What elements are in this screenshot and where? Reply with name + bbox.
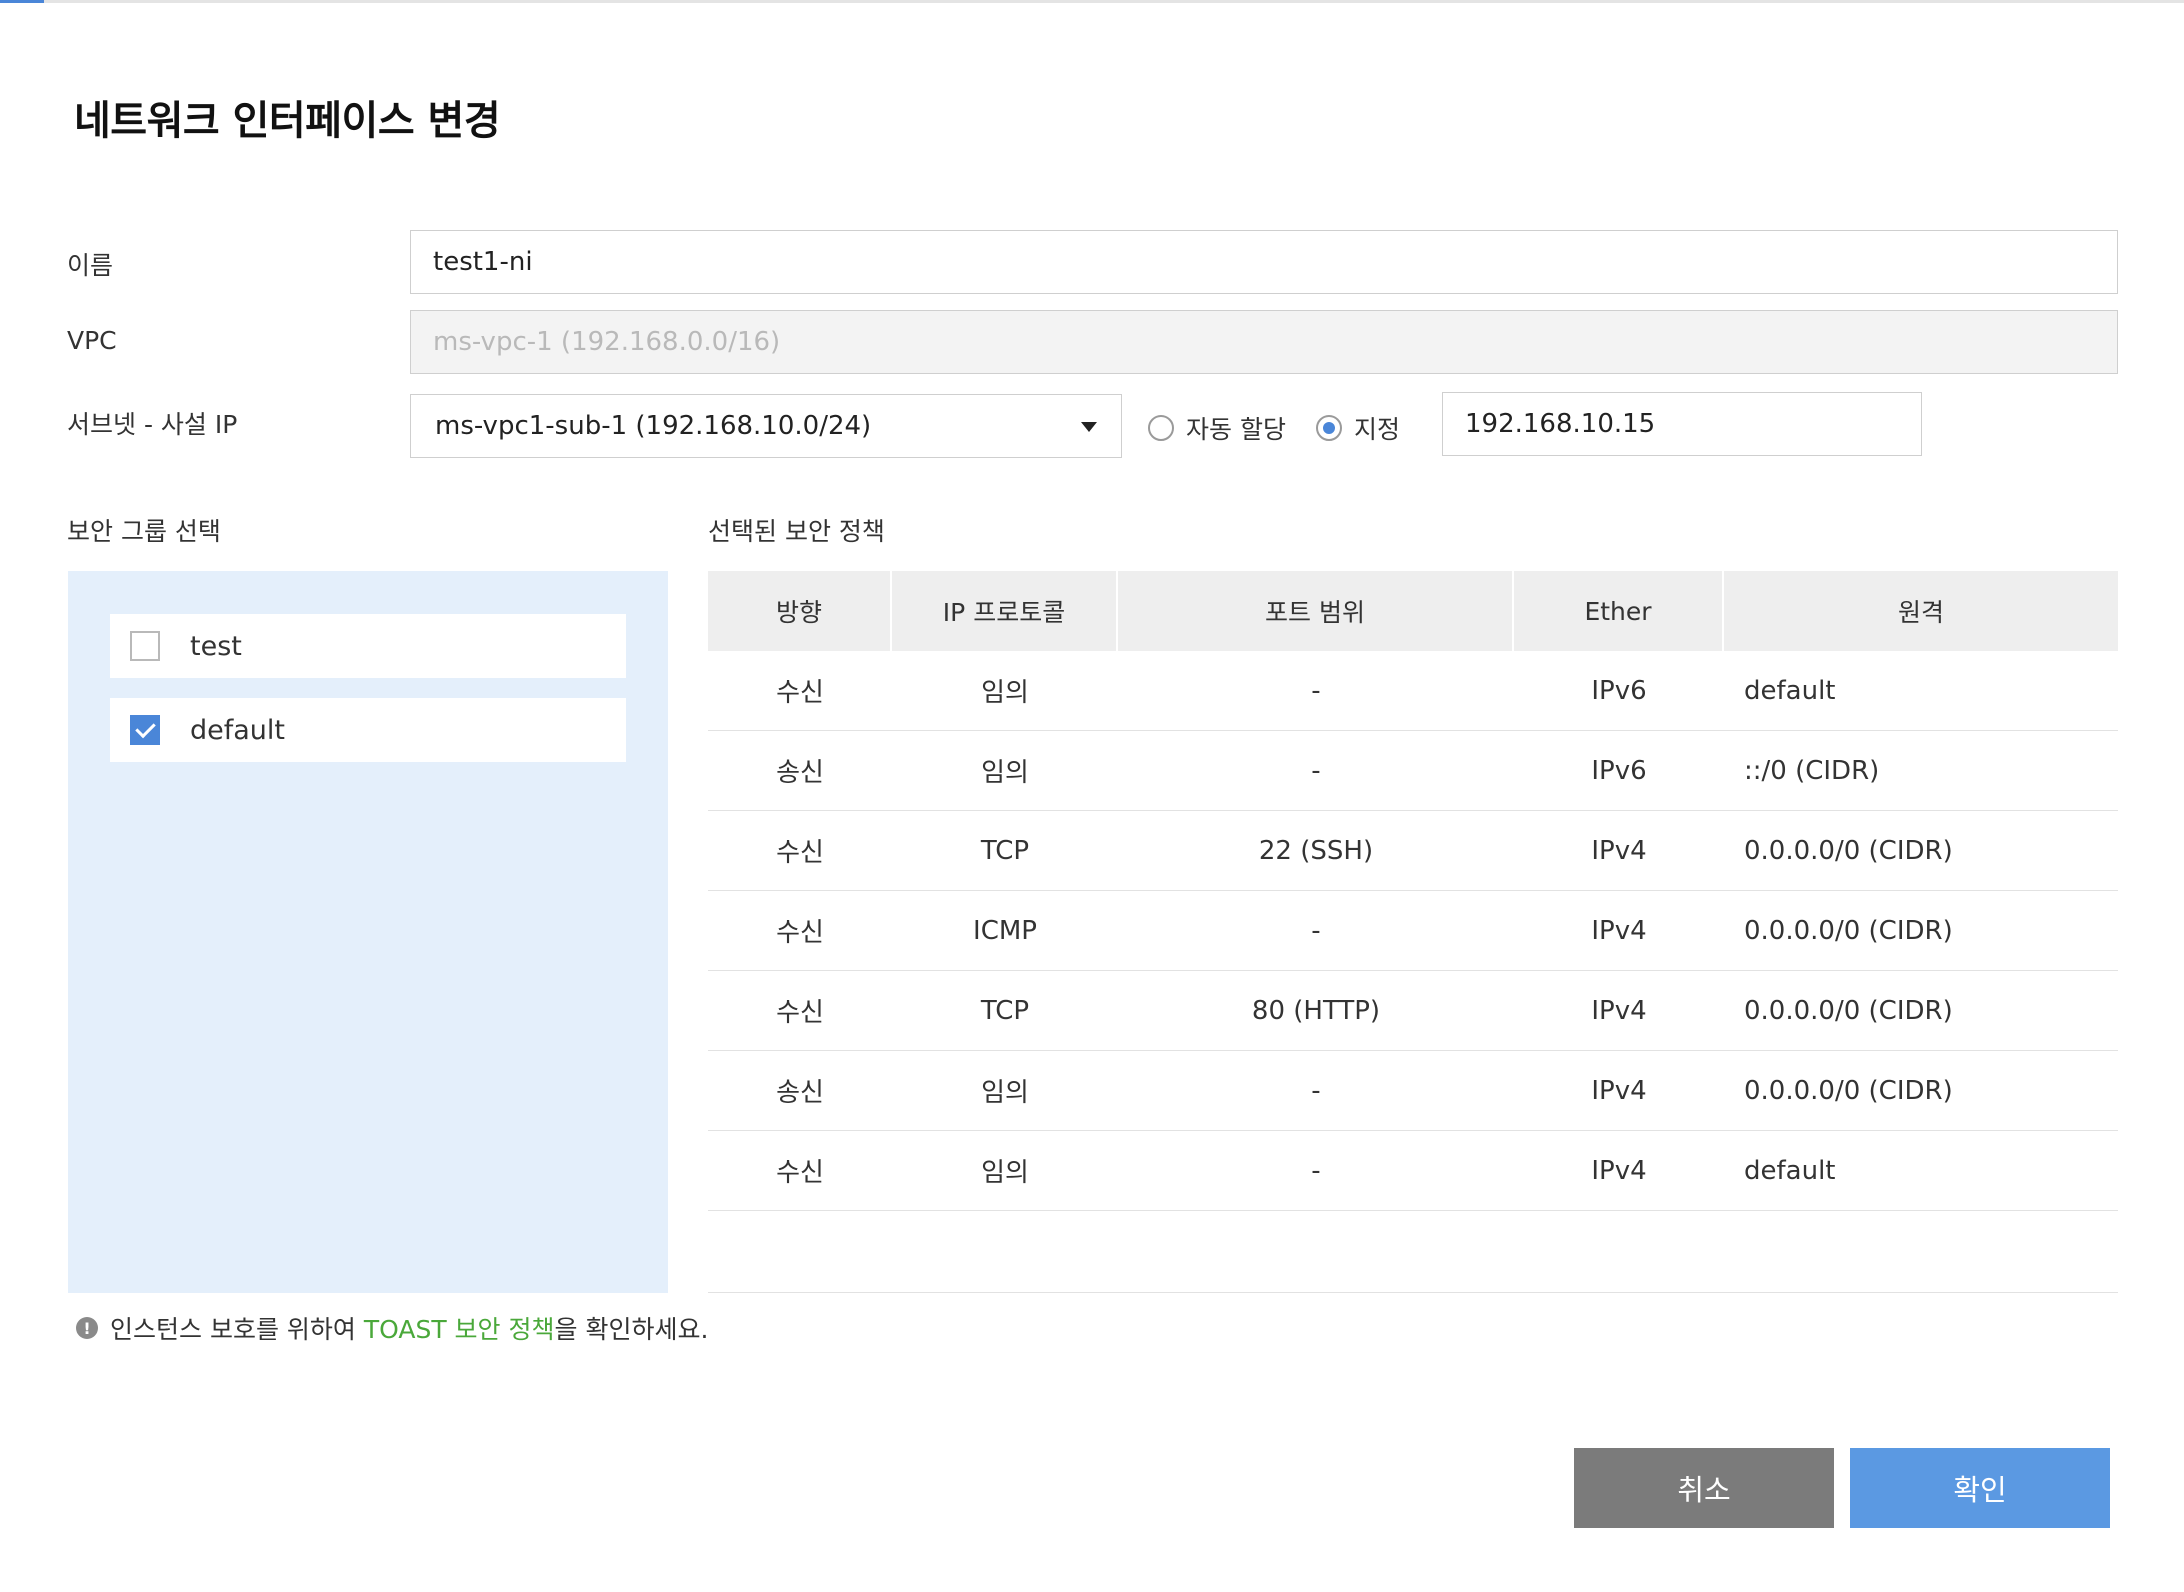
column-header-protocol: IP 프로토콜 bbox=[892, 571, 1118, 651]
selected-policy-label: 선택된 보안 정책 bbox=[708, 517, 885, 546]
confirm-button[interactable]: 확인 bbox=[1850, 1448, 2110, 1528]
cell-protocol: ICMP bbox=[973, 915, 1037, 946]
cell-remote: 0.0.0.0/0 (CIDR) bbox=[1744, 995, 1953, 1026]
security-group-item-default[interactable]: default bbox=[110, 698, 626, 762]
security-group-label: 보안 그룹 선택 bbox=[67, 517, 221, 546]
table-row: 수신 임의 - IPv4 default bbox=[708, 1131, 2118, 1211]
radio-auto-icon bbox=[1148, 415, 1174, 441]
security-group-item-test[interactable]: test bbox=[110, 614, 626, 678]
radio-manual-label: 지정 bbox=[1354, 415, 1401, 444]
info-icon: ! bbox=[76, 1317, 98, 1339]
private-ip-input[interactable] bbox=[1442, 392, 1922, 456]
column-header-direction: 방향 bbox=[708, 571, 892, 651]
cell-remote: 0.0.0.0/0 (CIDR) bbox=[1744, 915, 1953, 946]
cell-ether: IPv6 bbox=[1591, 675, 1647, 706]
cell-direction: 수신 bbox=[776, 678, 824, 708]
security-group-item-label: default bbox=[190, 714, 286, 746]
cell-ether: IPv4 bbox=[1591, 1075, 1647, 1106]
cell-protocol: 임의 bbox=[981, 1158, 1029, 1188]
subnet-label: 서브넷 - 사설 IP bbox=[67, 410, 238, 439]
cell-ether: IPv4 bbox=[1591, 995, 1647, 1026]
name-input[interactable] bbox=[410, 230, 2118, 294]
column-header-remote: 원격 bbox=[1897, 598, 1944, 627]
security-notice: ! 인스턴스 보호를 위하여 TOAST 보안 정책 을 확인하세요. bbox=[76, 1310, 708, 1346]
cell-port-range: - bbox=[1311, 1075, 1321, 1106]
radio-auto-assign[interactable]: 자동 할당 bbox=[1148, 410, 1286, 446]
cell-remote: 0.0.0.0/0 (CIDR) bbox=[1744, 1075, 1953, 1106]
cell-protocol: 임의 bbox=[981, 758, 1029, 788]
cell-protocol: 임의 bbox=[981, 1078, 1029, 1108]
vpc-label: VPC bbox=[67, 326, 117, 355]
cell-ether: IPv4 bbox=[1591, 915, 1647, 946]
table-row: 송신 임의 - IPv4 0.0.0.0/0 (CIDR) bbox=[708, 1051, 2118, 1131]
cell-port-range: - bbox=[1311, 755, 1321, 786]
checkbox-checked-icon bbox=[130, 715, 160, 745]
policy-table: 방향 IP 프로토콜 포트 범위 Ether 원격 수신 임의 - IPv6 d… bbox=[708, 571, 2118, 1211]
security-group-list: test default bbox=[68, 571, 668, 1293]
cell-remote: default bbox=[1744, 675, 1836, 706]
top-border bbox=[0, 0, 2184, 3]
name-label: 이름 bbox=[67, 251, 114, 280]
cell-port-range: 22 (SSH) bbox=[1258, 835, 1374, 866]
cancel-button[interactable]: 취소 bbox=[1574, 1448, 1834, 1528]
cell-ether: IPv6 bbox=[1591, 755, 1647, 786]
cell-remote: default bbox=[1744, 1155, 1836, 1186]
cell-port-range: 80 (HTTP) bbox=[1251, 995, 1381, 1026]
top-accent bbox=[0, 0, 44, 3]
cell-direction: 송신 bbox=[776, 758, 824, 788]
cell-direction: 송신 bbox=[776, 1078, 824, 1108]
table-row: 수신 TCP 80 (HTTP) IPv4 0.0.0.0/0 (CIDR) bbox=[708, 971, 2118, 1051]
column-header-ether: Ether bbox=[1514, 571, 1724, 651]
cell-direction: 수신 bbox=[776, 998, 824, 1028]
table-header: 방향 IP 프로토콜 포트 범위 Ether 원격 bbox=[708, 571, 2118, 651]
table-row: 송신 임의 - IPv6 ::/0 (CIDR) bbox=[708, 731, 2118, 811]
cell-port-range: - bbox=[1311, 675, 1321, 706]
checkbox-icon bbox=[130, 631, 160, 661]
table-row: 수신 임의 - IPv6 default bbox=[708, 651, 2118, 731]
cell-direction: 수신 bbox=[776, 838, 824, 868]
toast-security-policy-link[interactable]: TOAST 보안 정책 bbox=[364, 1310, 555, 1346]
notice-text-suffix: 을 확인하세요. bbox=[554, 1315, 709, 1344]
cell-ether: IPv4 bbox=[1591, 1155, 1647, 1186]
table-bottom-divider bbox=[708, 1292, 2118, 1293]
cell-port-range: - bbox=[1311, 1155, 1321, 1186]
cell-direction: 수신 bbox=[776, 1158, 824, 1188]
radio-manual-icon bbox=[1316, 415, 1342, 441]
cell-remote: 0.0.0.0/0 (CIDR) bbox=[1744, 835, 1953, 866]
cell-direction: 수신 bbox=[776, 918, 824, 948]
security-group-item-label: test bbox=[190, 630, 242, 662]
radio-auto-label: 자동 할당 bbox=[1186, 415, 1286, 444]
column-header-port-range: 포트 범위 bbox=[1118, 571, 1514, 651]
cell-protocol: TCP bbox=[980, 995, 1030, 1026]
table-row: 수신 ICMP - IPv4 0.0.0.0/0 (CIDR) bbox=[708, 891, 2118, 971]
chevron-down-icon bbox=[1081, 422, 1097, 432]
table-row: 수신 TCP 22 (SSH) IPv4 0.0.0.0/0 (CIDR) bbox=[708, 811, 2118, 891]
cell-port-range: - bbox=[1311, 915, 1321, 946]
vpc-input bbox=[410, 310, 2118, 374]
radio-manual[interactable]: 지정 bbox=[1316, 410, 1400, 446]
dialog-title: 네트워크 인터페이스 변경 bbox=[74, 98, 501, 144]
cell-protocol: 임의 bbox=[981, 678, 1029, 708]
subnet-select[interactable]: ms-vpc1-sub-1 (192.168.10.0/24) bbox=[410, 394, 1122, 458]
cell-protocol: TCP bbox=[980, 835, 1030, 866]
cell-remote: ::/0 (CIDR) bbox=[1744, 755, 1880, 786]
cell-ether: IPv4 bbox=[1591, 835, 1647, 866]
notice-text-prefix: 인스턴스 보호를 위하여 bbox=[110, 1315, 364, 1344]
subnet-select-value: ms-vpc1-sub-1 (192.168.10.0/24) bbox=[435, 411, 872, 441]
